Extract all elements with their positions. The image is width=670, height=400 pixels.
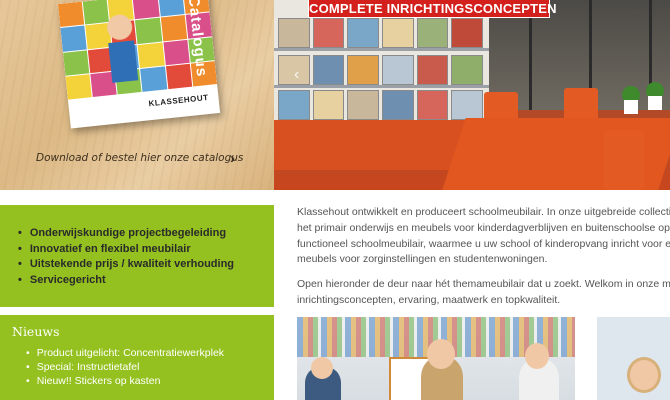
hero-slideshow[interactable]: COMPLETE INRICHTINGSCONCEPTEN ‹: [274, 0, 670, 190]
theme-tile-childcare[interactable]: [597, 317, 670, 400]
news-list: Product uitgelicht: Concentratiewerkplek…: [12, 346, 274, 388]
intro-paragraph-1: Klassehout ontwikkelt en produceert scho…: [297, 206, 670, 266]
brochure-brand: KLASSEHOUT: [148, 92, 209, 109]
features-list: Onderwijskundige projectbegeleiding Inno…: [18, 226, 274, 288]
news-item-link[interactable]: Product uitgelicht: Concentratiewerkplek: [37, 347, 224, 359]
news-box: Nieuws Product uitgelicht: Concentratiew…: [0, 315, 274, 400]
chevron-left-icon[interactable]: ‹: [294, 66, 299, 84]
list-item: Onderwijskundige projectbegeleiding: [18, 226, 274, 242]
hero: Catalogus KLASSEHOUT Download of bestel …: [0, 0, 670, 190]
catalog-brochure-image[interactable]: Catalogus KLASSEHOUT: [57, 0, 221, 129]
intro-text: Klassehout ontwikkelt en produceert scho…: [297, 205, 670, 318]
download-catalog-link[interactable]: Download of bestel hier onze catalogus: [36, 152, 243, 164]
news-item-link[interactable]: Special: Instructietafel: [37, 361, 140, 373]
news-heading: Nieuws: [12, 324, 60, 339]
chevron-right-icon[interactable]: ›: [230, 150, 235, 167]
catalog-promo[interactable]: Catalogus KLASSEHOUT Download of bestel …: [0, 0, 274, 190]
intro-paragraph-2: Open hieronder de deur naar hét themameu…: [297, 278, 670, 306]
hero-banner: COMPLETE INRICHTINGSCONCEPTEN: [308, 0, 557, 18]
list-item: Servicegericht: [18, 273, 274, 289]
list-item: Uitstekende prijs / kwaliteit verhouding: [18, 257, 274, 273]
magazine-rack-photo: [274, 0, 489, 170]
list-item: Innovatief en flexibel meubilair: [18, 242, 274, 258]
brochure-child-figure: [95, 9, 149, 84]
features-box: Onderwijskundige projectbegeleiding Inno…: [0, 205, 274, 307]
theme-tile-classroom[interactable]: [297, 317, 575, 400]
news-item-link[interactable]: Nieuw!! Stickers op kasten: [37, 375, 161, 387]
